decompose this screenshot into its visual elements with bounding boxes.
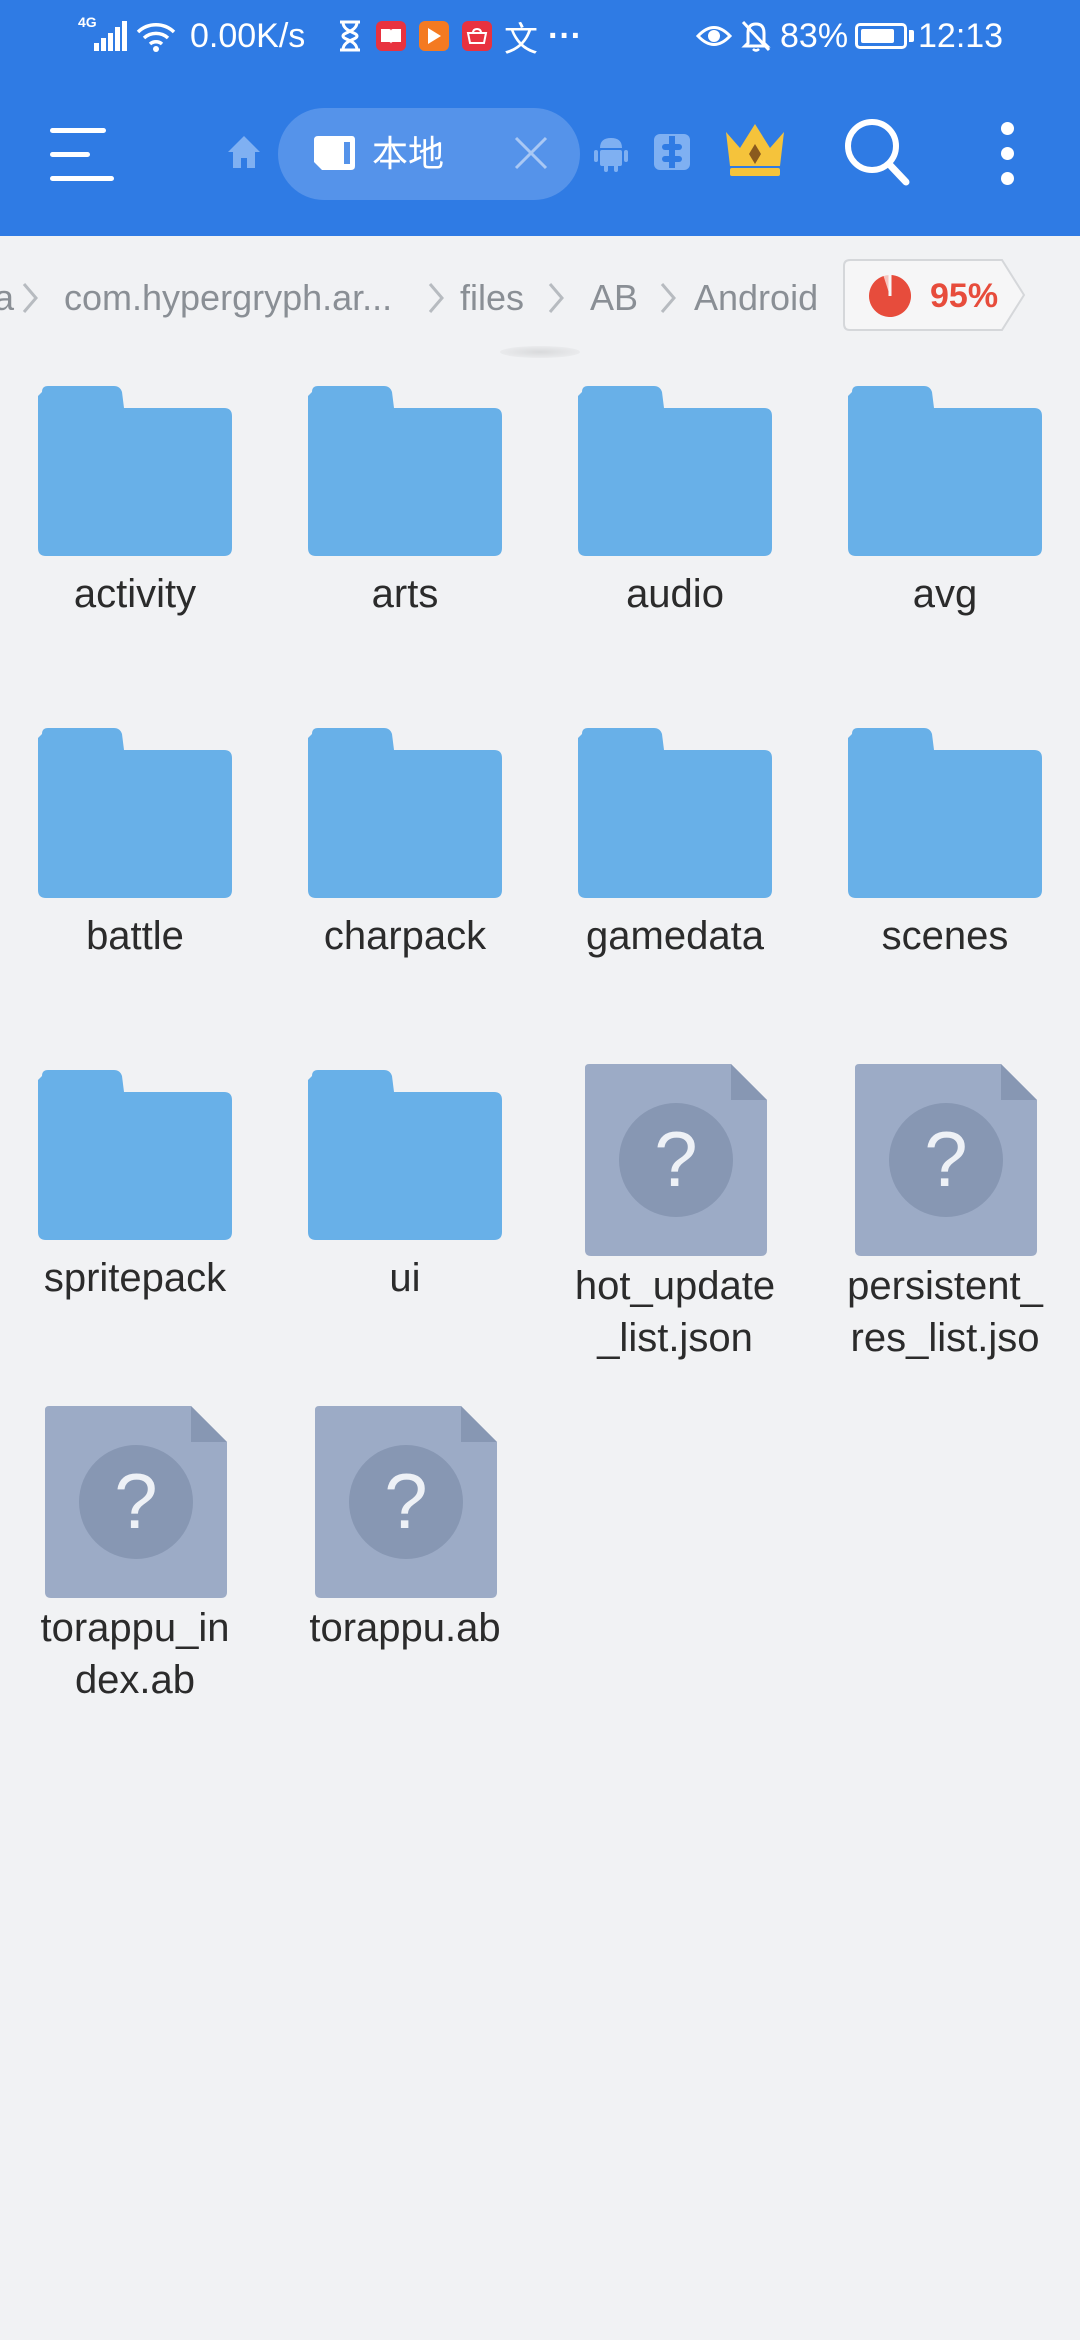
tab-local[interactable]: 本地 — [278, 108, 580, 200]
more-options-button[interactable] — [996, 118, 1020, 188]
svg-text:?: ? — [114, 1457, 157, 1545]
folder-icon — [308, 728, 502, 898]
folder-item[interactable]: spritepack — [0, 1042, 270, 1384]
tool-settings-icon[interactable] — [650, 130, 694, 174]
item-name: gamedata — [586, 914, 764, 958]
home-button[interactable] — [224, 132, 264, 172]
folder-item[interactable]: ui — [270, 1042, 540, 1384]
breadcrumb-item[interactable]: a — [0, 268, 14, 328]
storage-pie-icon — [869, 275, 911, 317]
item-name: persistent_ res_list.jso — [847, 1264, 1043, 1360]
file-item[interactable]: ? hot_update _list.json — [540, 1042, 810, 1384]
top-toolbar: 本地 — [0, 72, 1080, 236]
item-name: audio — [626, 572, 724, 616]
unknown-file-icon: ? — [855, 1064, 1037, 1256]
folder-item[interactable]: arts — [270, 358, 540, 700]
huawei-app-icon — [462, 0, 492, 72]
item-name: spritepack — [43, 1256, 227, 1300]
search-icon — [845, 119, 910, 186]
close-tab-icon[interactable] — [508, 130, 554, 176]
unknown-file-icon: ? — [585, 1064, 767, 1256]
item-name: battle — [86, 914, 184, 958]
scroll-shadow — [500, 346, 580, 358]
network-speed: 0.00K/s — [190, 16, 306, 55]
breadcrumb-item[interactable]: com.hypergryph.ar... — [64, 268, 392, 328]
search-button[interactable] — [842, 116, 912, 188]
storage-usage-badge[interactable]: 95% — [842, 258, 1026, 332]
mute-bell-icon — [740, 0, 772, 72]
folder-icon — [308, 386, 502, 556]
breadcrumb-item[interactable]: Android — [694, 268, 818, 328]
folder-item[interactable]: gamedata — [540, 700, 810, 1042]
folder-item[interactable]: audio — [540, 358, 810, 700]
unknown-file-icon: ? — [315, 1406, 497, 1598]
folder-item[interactable]: activity — [0, 358, 270, 700]
item-name: activity — [73, 572, 197, 616]
crown-icon[interactable] — [722, 118, 788, 180]
item-name: torappu.ab — [309, 1606, 501, 1650]
signal-icon — [94, 0, 129, 72]
wifi-icon — [136, 0, 176, 72]
folder-icon — [848, 386, 1042, 556]
chevron-right-icon — [428, 283, 444, 313]
item-name: hot_update _list.json — [574, 1264, 776, 1360]
eye-comfort-icon — [696, 0, 732, 72]
file-item[interactable]: ? torappu.ab — [270, 1384, 540, 1726]
item-name: arts — [371, 572, 439, 616]
video-app-icon — [419, 0, 449, 72]
svg-text:?: ? — [384, 1457, 427, 1545]
unknown-file-icon: ? — [45, 1406, 227, 1598]
chevron-right-icon — [548, 283, 564, 313]
folder-item[interactable]: scenes — [810, 700, 1080, 1042]
item-name: charpack — [323, 914, 487, 958]
status-bar: 4G 0.00K/s 文 ··· 83% 12:13 — [0, 0, 1080, 72]
folder-item[interactable]: battle — [0, 700, 270, 1042]
clock: 12:13 — [918, 16, 1004, 55]
file-item[interactable]: ? torappu_in dex.ab — [0, 1384, 270, 1726]
chevron-right-icon — [22, 283, 38, 313]
item-name: torappu_in dex.ab — [40, 1606, 230, 1702]
file-item[interactable]: ? persistent_ res_list.jso — [810, 1042, 1080, 1384]
breadcrumb: a com.hypergryph.ar... files AB Android … — [0, 236, 1080, 358]
android-icon[interactable] — [594, 134, 628, 172]
folder-icon — [578, 728, 772, 898]
tab-label: 本地 — [372, 133, 445, 174]
folder-icon — [308, 1070, 502, 1240]
item-name: avg — [912, 572, 978, 616]
battery-icon — [855, 0, 914, 72]
folder-icon — [848, 728, 1042, 898]
folder-icon — [38, 1070, 232, 1240]
folder-icon — [578, 386, 772, 556]
svg-text:?: ? — [924, 1115, 967, 1203]
breadcrumb-item[interactable]: files — [460, 268, 524, 328]
folder-item[interactable]: charpack — [270, 700, 540, 1042]
folder-icon — [38, 728, 232, 898]
sd-card-icon — [312, 134, 356, 172]
item-name: ui — [389, 1256, 421, 1300]
breadcrumb-item[interactable]: AB — [590, 268, 638, 328]
menu-button[interactable] — [50, 128, 114, 182]
more-dots-icon: ··· — [548, 16, 582, 55]
chevron-right-icon — [660, 283, 676, 313]
translate-icon: 文 — [504, 20, 538, 59]
folder-item[interactable]: avg — [810, 358, 1080, 700]
item-name: scenes — [881, 914, 1009, 958]
folder-icon — [38, 386, 232, 556]
storage-percent: 95% — [930, 277, 999, 315]
home-icon — [228, 136, 260, 168]
hourglass-icon — [336, 0, 364, 72]
battery-percent: 83% — [780, 16, 849, 55]
svg-text:?: ? — [654, 1115, 697, 1203]
reader-app-icon — [376, 0, 406, 72]
